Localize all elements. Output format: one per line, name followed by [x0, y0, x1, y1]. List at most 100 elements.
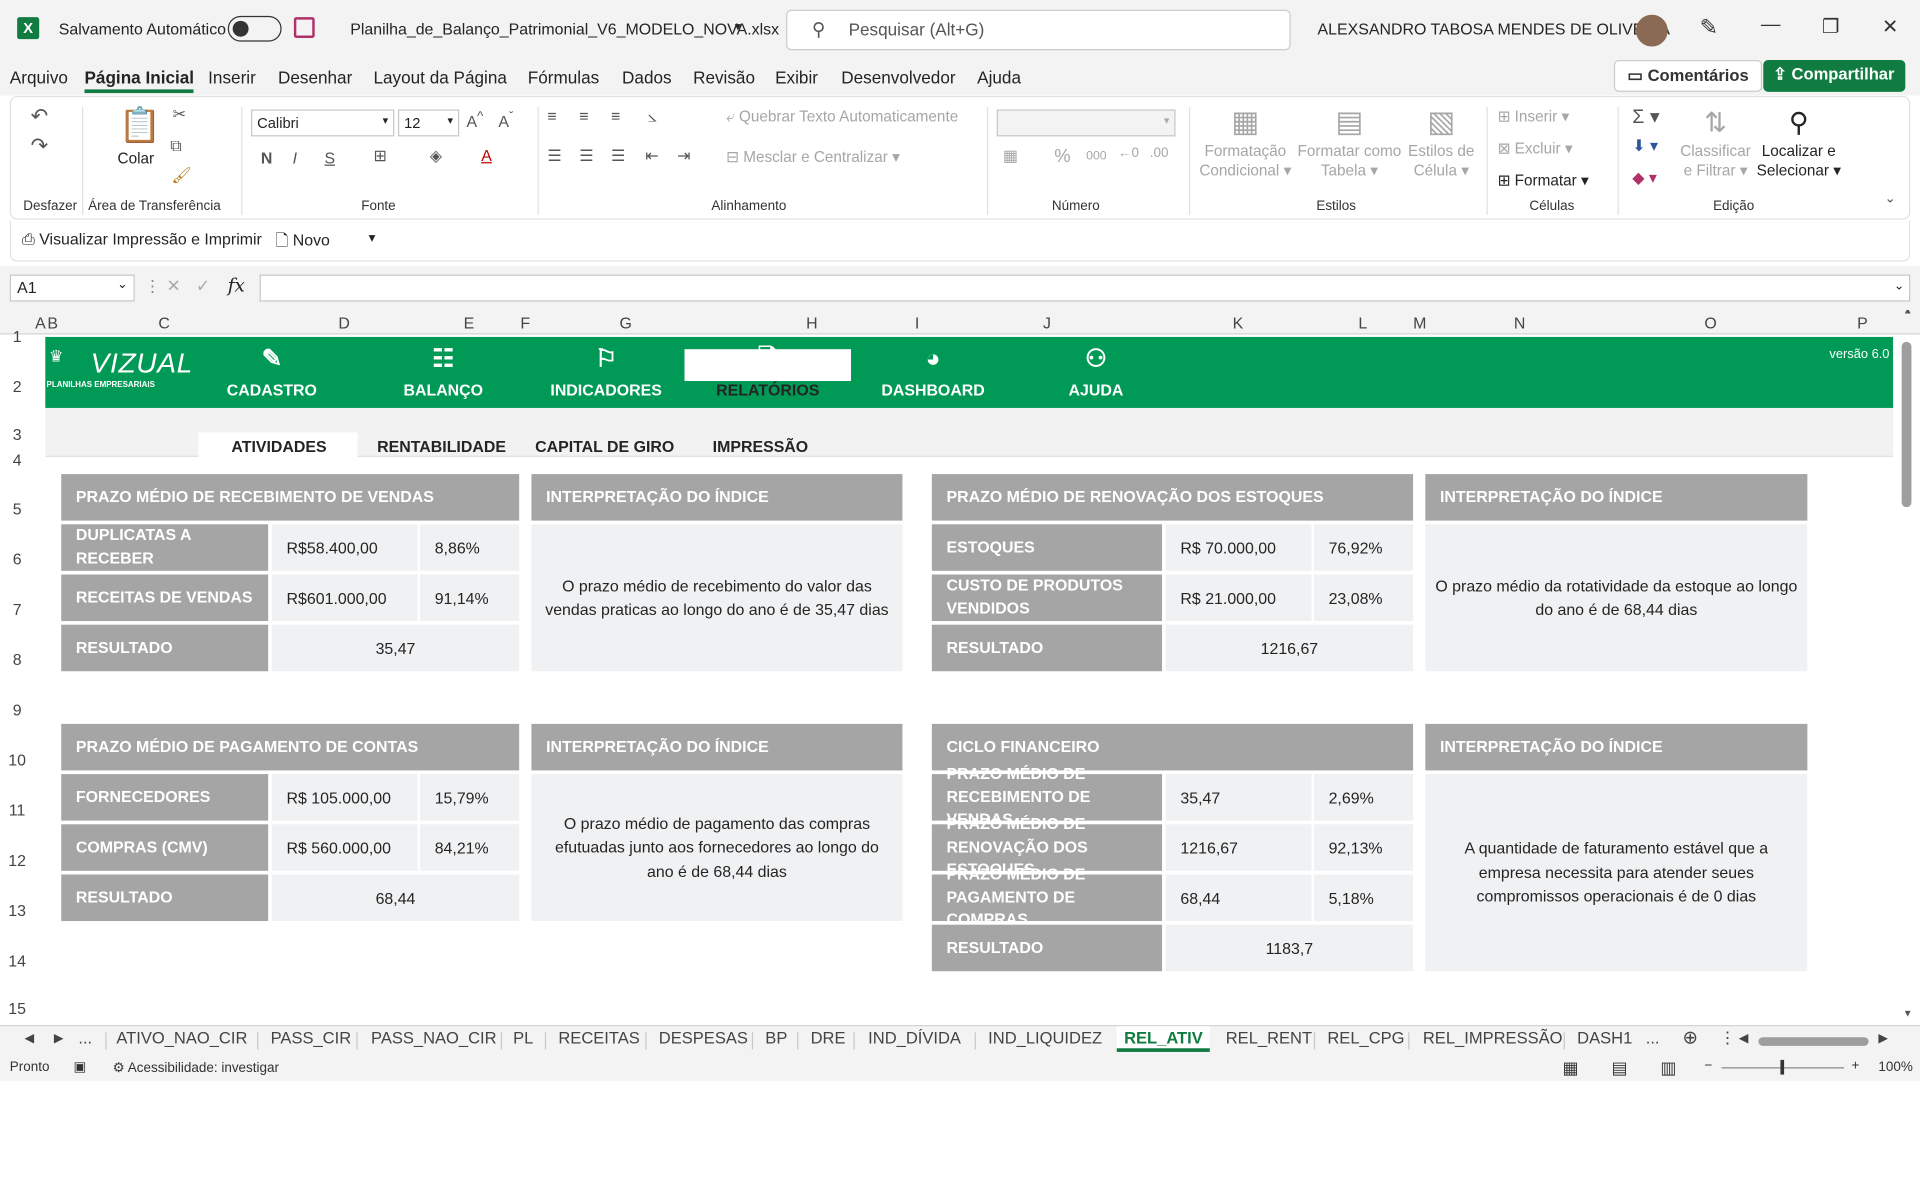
col-header-m[interactable]: M	[1413, 314, 1426, 332]
minimize-icon[interactable]: —	[1761, 15, 1781, 37]
insert-cells-button[interactable]: ⊞ Inserir ▾	[1498, 107, 1570, 125]
scroll-down-icon[interactable]: ▼	[1903, 1008, 1913, 1019]
fill-down-icon[interactable]: ⬇ ▾	[1632, 136, 1658, 156]
shrink-font-icon[interactable]: Aˇ	[498, 109, 513, 130]
nav-dashboard[interactable]: ◕ DASHBOARD	[877, 347, 990, 400]
row-header[interactable]: 4	[0, 451, 34, 469]
subtab-rentabilidade[interactable]: RENTABILIDADE	[377, 437, 506, 455]
tab-scroll-right-icon[interactable]: ▶	[54, 1032, 63, 1045]
menu-arquivo[interactable]: Arquivo	[10, 67, 68, 87]
sheet-tab[interactable]: PASS_NAO_CIR	[371, 1029, 497, 1047]
sheet-tab-more[interactable]: ...	[1646, 1029, 1660, 1047]
sheet-tab[interactable]: REL_IMPRESSÃO	[1423, 1029, 1563, 1047]
col-header-a[interactable]: A	[34, 314, 46, 332]
menu-revisao[interactable]: Revisão	[693, 67, 755, 87]
delete-cells-button[interactable]: ⊠ Excluir ▾	[1498, 139, 1573, 157]
font-name-select[interactable]: Calibri ▾	[251, 109, 395, 137]
col-header-i[interactable]: I	[904, 314, 931, 332]
font-size-select[interactable]: 12 ▾	[397, 109, 460, 137]
row-header[interactable]: 11	[0, 801, 34, 819]
page-layout-icon[interactable]: ▤	[1611, 1057, 1627, 1078]
align-left-icon[interactable]: ☰	[547, 146, 561, 166]
sheet-tab-active[interactable]: REL_ATIV	[1116, 1026, 1211, 1052]
paste-icon[interactable]: 📋	[119, 105, 162, 145]
restore-icon[interactable]: ❐	[1822, 15, 1840, 39]
zoom-out-icon[interactable]: −	[1705, 1059, 1713, 1074]
print-preview-button[interactable]: ⎙ Visualizar Impressão e Imprimir	[22, 230, 262, 250]
clear-icon[interactable]: ◆ ▾	[1632, 168, 1657, 188]
pen-icon[interactable]: ✎	[1700, 15, 1718, 41]
close-icon[interactable]: ✕	[1882, 15, 1898, 39]
row-header[interactable]: 15	[0, 999, 34, 1017]
col-header-h[interactable]: H	[720, 314, 904, 332]
sheet-tab[interactable]: RECEITAS	[558, 1029, 639, 1047]
zoom-level[interactable]: 100%	[1878, 1060, 1912, 1075]
col-header-g[interactable]: G	[531, 314, 720, 332]
scroll-up-icon[interactable]: ▲	[1903, 310, 1913, 316]
nav-cadastro[interactable]: ✎ CADASTRO	[220, 347, 323, 400]
customize-qat-icon[interactable]: ▾	[369, 230, 376, 246]
sheet-tab-more[interactable]: ...	[78, 1029, 92, 1047]
row-header[interactable]: 5	[0, 500, 34, 518]
sheet-tab[interactable]: BP	[765, 1029, 787, 1047]
row-header[interactable]: 10	[0, 751, 34, 769]
file-name[interactable]: Planilha_de_Balanço_Patrimonial_V6_MODEL…	[350, 20, 779, 38]
hscroll-right-icon[interactable]: ▶	[1878, 1032, 1887, 1045]
sheet-tab[interactable]: PASS_CIR	[271, 1029, 352, 1047]
menu-exibir[interactable]: Exibir	[775, 67, 818, 87]
tab-options-icon[interactable]: ⋮	[1719, 1029, 1736, 1049]
page-break-icon[interactable]: ▥	[1660, 1057, 1676, 1078]
nav-ajuda[interactable]: ⚇ AJUDA	[1058, 347, 1134, 400]
number-format-select[interactable]: ▾	[996, 109, 1176, 137]
subtab-atividades[interactable]: ATIVIDADES	[231, 437, 326, 455]
col-header-c[interactable]: C	[59, 314, 270, 332]
collapse-ribbon-icon[interactable]: ⌄	[1885, 190, 1896, 207]
menu-desenvolvedor[interactable]: Desenvolvedor	[841, 67, 955, 87]
sheet-tab[interactable]: DESPESAS	[659, 1029, 748, 1047]
percent-icon[interactable]: %	[1054, 146, 1070, 167]
tab-scroll-left-icon[interactable]: ◀	[24, 1032, 33, 1045]
hscroll-left-icon[interactable]: ◀	[1739, 1032, 1748, 1045]
formula-input[interactable]: ⌄	[259, 274, 1911, 302]
search-box[interactable]: ⚲ Pesquisar (Alt+G)	[786, 9, 1291, 51]
underline-button[interactable]: S	[324, 149, 335, 167]
cancel-icon[interactable]: ✕	[167, 276, 181, 297]
row-header[interactable]: 8	[0, 650, 34, 668]
format-painter-icon[interactable]: 🖌	[171, 166, 191, 186]
col-header-p[interactable]: P	[1807, 314, 1917, 332]
menu-inserir[interactable]: Inserir	[208, 67, 256, 87]
col-header-j[interactable]: J	[931, 314, 1164, 332]
vertical-scrollbar[interactable]	[1901, 341, 1912, 508]
nav-relatorios[interactable]: 🗎 RELATÓRIOS	[705, 347, 830, 400]
decrease-indent-icon[interactable]: ⇤	[645, 146, 658, 166]
menu-layout[interactable]: Layout da Página	[373, 67, 506, 87]
sheet-tab[interactable]: PL	[513, 1029, 533, 1047]
col-header-o[interactable]: O	[1614, 314, 1807, 332]
fill-color-icon[interactable]: ◈	[430, 146, 442, 166]
avatar[interactable]	[1635, 14, 1668, 47]
col-header-l[interactable]: L	[1313, 314, 1413, 332]
paste-label[interactable]: Colar	[118, 150, 155, 167]
insert-function-icon[interactable]: fx	[228, 275, 245, 297]
filename-chevron-icon[interactable]: ▾	[735, 21, 741, 34]
align-center-icon[interactable]: ☰	[579, 146, 593, 166]
zoom-in-icon[interactable]: +	[1851, 1059, 1859, 1074]
wrap-text-button[interactable]: ⤶ Quebrar Texto Automaticamente	[726, 108, 958, 126]
borders-icon[interactable]: ⊞	[373, 146, 386, 166]
format-cells-button[interactable]: ⊞ Formatar ▾	[1498, 171, 1589, 189]
horizontal-scrollbar[interactable]	[1758, 1037, 1869, 1046]
align-bottom-icon[interactable]: ≡	[611, 107, 620, 125]
sort-filter-button[interactable]: ⇅ Classificar e Filtrar ▾	[1679, 105, 1752, 181]
find-select-button[interactable]: ⚲ Localizar e Selecionar ▾	[1755, 105, 1843, 181]
row-header[interactable]: 1	[0, 327, 34, 345]
italic-button[interactable]: I	[293, 149, 297, 167]
new-button[interactable]: 🗋 Novo	[276, 230, 330, 257]
col-header-f[interactable]: F	[519, 314, 531, 332]
currency-icon[interactable]: ▦	[1003, 146, 1018, 166]
copy-icon[interactable]: ⧉	[170, 136, 181, 156]
add-sheet-icon[interactable]: ⊕	[1682, 1026, 1697, 1048]
menu-desenhar[interactable]: Desenhar	[278, 67, 352, 87]
grow-font-icon[interactable]: A^	[467, 109, 484, 130]
row-header[interactable]: 9	[0, 701, 34, 719]
redo-icon[interactable]: ↷	[31, 134, 48, 158]
